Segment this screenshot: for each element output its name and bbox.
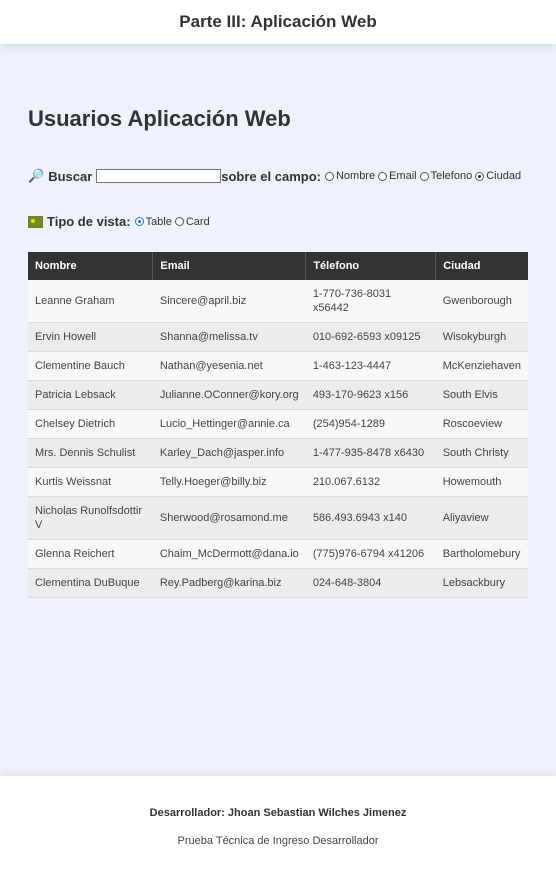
table-row: Ervin Howell Shanna@melissa.tv 010-692-6… — [28, 322, 528, 352]
radio-label: Ciudad — [486, 170, 522, 182]
radio-view-table[interactable]: Table — [134, 215, 172, 228]
cell-nombre: Chelsey Dietrich — [28, 409, 153, 439]
cell-nombre: Mrs. Dennis Schulist — [28, 438, 153, 468]
cell-ciudad: South Christy — [435, 438, 528, 468]
cell-ciudad: Aliyaview — [435, 496, 528, 540]
cell-email: Chaim_McDermott@dana.io — [152, 539, 306, 569]
column-header-email[interactable]: Email — [152, 252, 307, 280]
radio-circle[interactable] — [134, 217, 144, 226]
cell-ciudad: McKenziehaven — [435, 351, 528, 381]
cell-ciudad: Lebsackbury — [435, 568, 528, 598]
radio-view-card[interactable]: Card — [174, 215, 210, 228]
view-label: Tipo de vista: — [47, 214, 131, 229]
magnifier-icon: 🔎 — [28, 168, 45, 183]
cell-telefono: 024-648-3804 — [305, 568, 436, 598]
cell-telefono: 493-170-9623 x156 — [305, 380, 436, 410]
main-content: Usuarios Aplicación Web 🔎 Buscar sobre e… — [28, 100, 528, 598]
developer-credit: Desarrollador: Jhoan Sebastian Wilches J… — [149, 807, 407, 819]
cell-telefono: 1-463-123-4447 — [305, 351, 436, 381]
table-row: Mrs. Dennis Schulist Karley_Dach@jasper.… — [28, 438, 528, 468]
cell-telefono: 010-692-6593 x09125 — [305, 322, 436, 352]
table-header-row: Nombre Email Télefono Ciudad — [28, 252, 528, 280]
table-row: Kurtis Weissnat Telly.Hoeger@billy.biz 2… — [28, 467, 528, 497]
cell-nombre: Nicholas Runolfsdottir V — [28, 496, 153, 540]
cell-nombre: Clementine Bauch — [28, 351, 153, 381]
cell-nombre: Ervin Howell — [28, 322, 153, 352]
column-header-ciudad[interactable]: Ciudad — [436, 252, 528, 280]
footer-subtitle: Prueba Técnica de Ingreso Desarrollador — [177, 835, 379, 847]
page-title: Usuarios Aplicación Web — [28, 106, 291, 131]
table-row: Clementina DuBuque Rey.Padberg@karina.bi… — [28, 568, 528, 598]
table-row: Clementine Bauch Nathan@yesenia.net 1-46… — [28, 351, 528, 381]
search-bar: 🔎 Buscar sobre el campo: Nombre Email Te… — [28, 168, 528, 184]
cell-telefono: 1-770-736-8031 x56442 — [305, 280, 436, 323]
cell-email: Telly.Hoeger@billy.biz — [152, 467, 306, 497]
cell-ciudad: South Elvis — [435, 380, 528, 410]
cell-ciudad: Gwenborough — [435, 280, 528, 323]
cell-nombre: Clementina DuBuque — [28, 568, 153, 598]
cell-nombre: Kurtis Weissnat — [28, 467, 153, 497]
table-row: Glenna Reichert Chaim_McDermott@dana.io … — [28, 539, 528, 569]
radio-label: Card — [185, 215, 210, 228]
cell-ciudad: Roscoeview — [435, 409, 528, 439]
app-header: Parte III: Aplicación Web — [0, 0, 556, 44]
radio-field-nombre[interactable]: Nombre — [324, 170, 376, 182]
radio-circle[interactable] — [475, 171, 485, 181]
table-row: Leanne Graham Sincere@april.biz 1-770-73… — [28, 280, 528, 323]
picture-icon — [28, 215, 43, 228]
view-selector: Tipo de vista: Table Card — [28, 214, 528, 229]
radio-circle[interactable] — [324, 171, 334, 181]
cell-email: Shanna@melissa.tv — [152, 322, 306, 352]
cell-email: Sherwood@rosamond.me — [152, 496, 306, 540]
cell-email: Nathan@yesenia.net — [152, 351, 306, 381]
radio-field-ciudad[interactable]: Ciudad — [475, 170, 521, 182]
cell-telefono: (254)954-1289 — [305, 409, 436, 439]
cell-ciudad: Wisokyburgh — [435, 322, 528, 352]
search-field-label: sobre el campo: — [221, 168, 321, 184]
column-header-telefono[interactable]: Télefono — [305, 252, 437, 280]
cell-nombre: Patricia Lebsack — [28, 380, 153, 410]
cell-email: Sincere@april.biz — [152, 280, 306, 323]
app-title: Parte III: Aplicación Web — [179, 12, 377, 31]
users-table: Nombre Email Télefono Ciudad Leanne Grah… — [28, 252, 528, 598]
radio-circle[interactable] — [174, 217, 184, 226]
table-row: Chelsey Dietrich Lucio_Hettinger@annie.c… — [28, 409, 528, 439]
search-input[interactable] — [96, 169, 222, 183]
radio-label: Telefono — [430, 170, 473, 182]
cell-nombre: Glenna Reichert — [28, 539, 153, 569]
radio-circle[interactable] — [378, 171, 388, 181]
radio-label: Table — [145, 215, 172, 228]
cell-ciudad: Howemouth — [435, 467, 528, 497]
cell-email: Karley_Dach@jasper.info — [152, 438, 306, 468]
radio-label: Email — [389, 170, 417, 182]
cell-nombre: Leanne Graham — [28, 280, 153, 323]
radio-circle[interactable] — [419, 171, 429, 181]
cell-telefono: (775)976-6794 x41206 — [305, 539, 436, 569]
radio-label: Nombre — [335, 170, 376, 182]
cell-telefono: 1-477-935-8478 x6430 — [305, 438, 436, 468]
cell-email: Lucio_Hettinger@annie.ca — [152, 409, 306, 439]
cell-email: Julianne.OConner@kory.org — [152, 380, 306, 410]
cell-email: Rey.Padberg@karina.biz — [152, 568, 306, 598]
search-label: Buscar — [48, 168, 93, 184]
radio-field-telefono[interactable]: Telefono — [419, 170, 473, 182]
radio-field-email[interactable]: Email — [378, 170, 417, 182]
app-footer: Desarrollador: Jhoan Sebastian Wilches J… — [0, 776, 556, 874]
table-row: Nicholas Runolfsdottir V Sherwood@rosamo… — [28, 496, 528, 540]
cell-telefono: 586.493.6943 x140 — [305, 496, 436, 540]
cell-telefono: 210.067.6132 — [305, 467, 436, 497]
column-header-nombre[interactable]: Nombre — [28, 252, 154, 280]
table-row: Patricia Lebsack Julianne.OConner@kory.o… — [28, 380, 528, 410]
cell-ciudad: Bartholomebury — [435, 539, 528, 569]
